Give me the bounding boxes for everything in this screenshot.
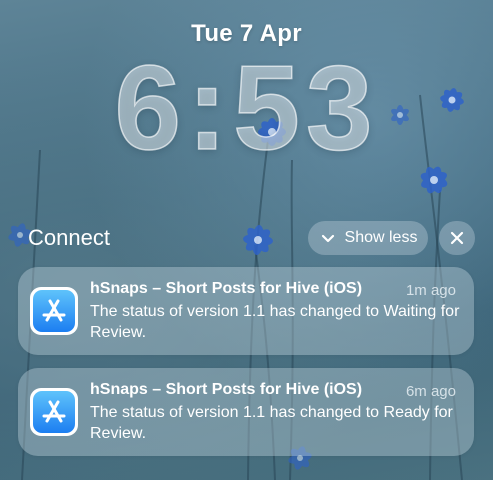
- notification-card[interactable]: hSnaps – Short Posts for Hive (iOS) 6m a…: [18, 368, 474, 456]
- notification-group-title: Connect: [28, 225, 110, 250]
- notification-time: 6m ago: [405, 383, 456, 400]
- show-less-label: Show less: [344, 229, 418, 246]
- notification-card[interactable]: hSnaps – Short Posts for Hive (iOS) 1m a…: [18, 267, 474, 355]
- chevron-down-icon: [321, 234, 334, 243]
- show-less-button[interactable]: Show less: [308, 221, 428, 255]
- close-icon: [450, 231, 464, 245]
- notification-time: 1m ago: [405, 282, 456, 299]
- lockscreen-clock: 6:53: [114, 41, 379, 175]
- notification-body: The status of version 1.1 has changed to…: [90, 303, 460, 341]
- app-store-connect-icon: [30, 388, 78, 436]
- app-store-connect-icon: [30, 287, 78, 335]
- notification-title: hSnaps – Short Posts for Hive (iOS): [90, 381, 363, 398]
- notification-title: hSnaps – Short Posts for Hive (iOS): [90, 280, 363, 297]
- clear-notifications-button[interactable]: [439, 221, 475, 255]
- notification-body: The status of version 1.1 has changed to…: [90, 404, 453, 442]
